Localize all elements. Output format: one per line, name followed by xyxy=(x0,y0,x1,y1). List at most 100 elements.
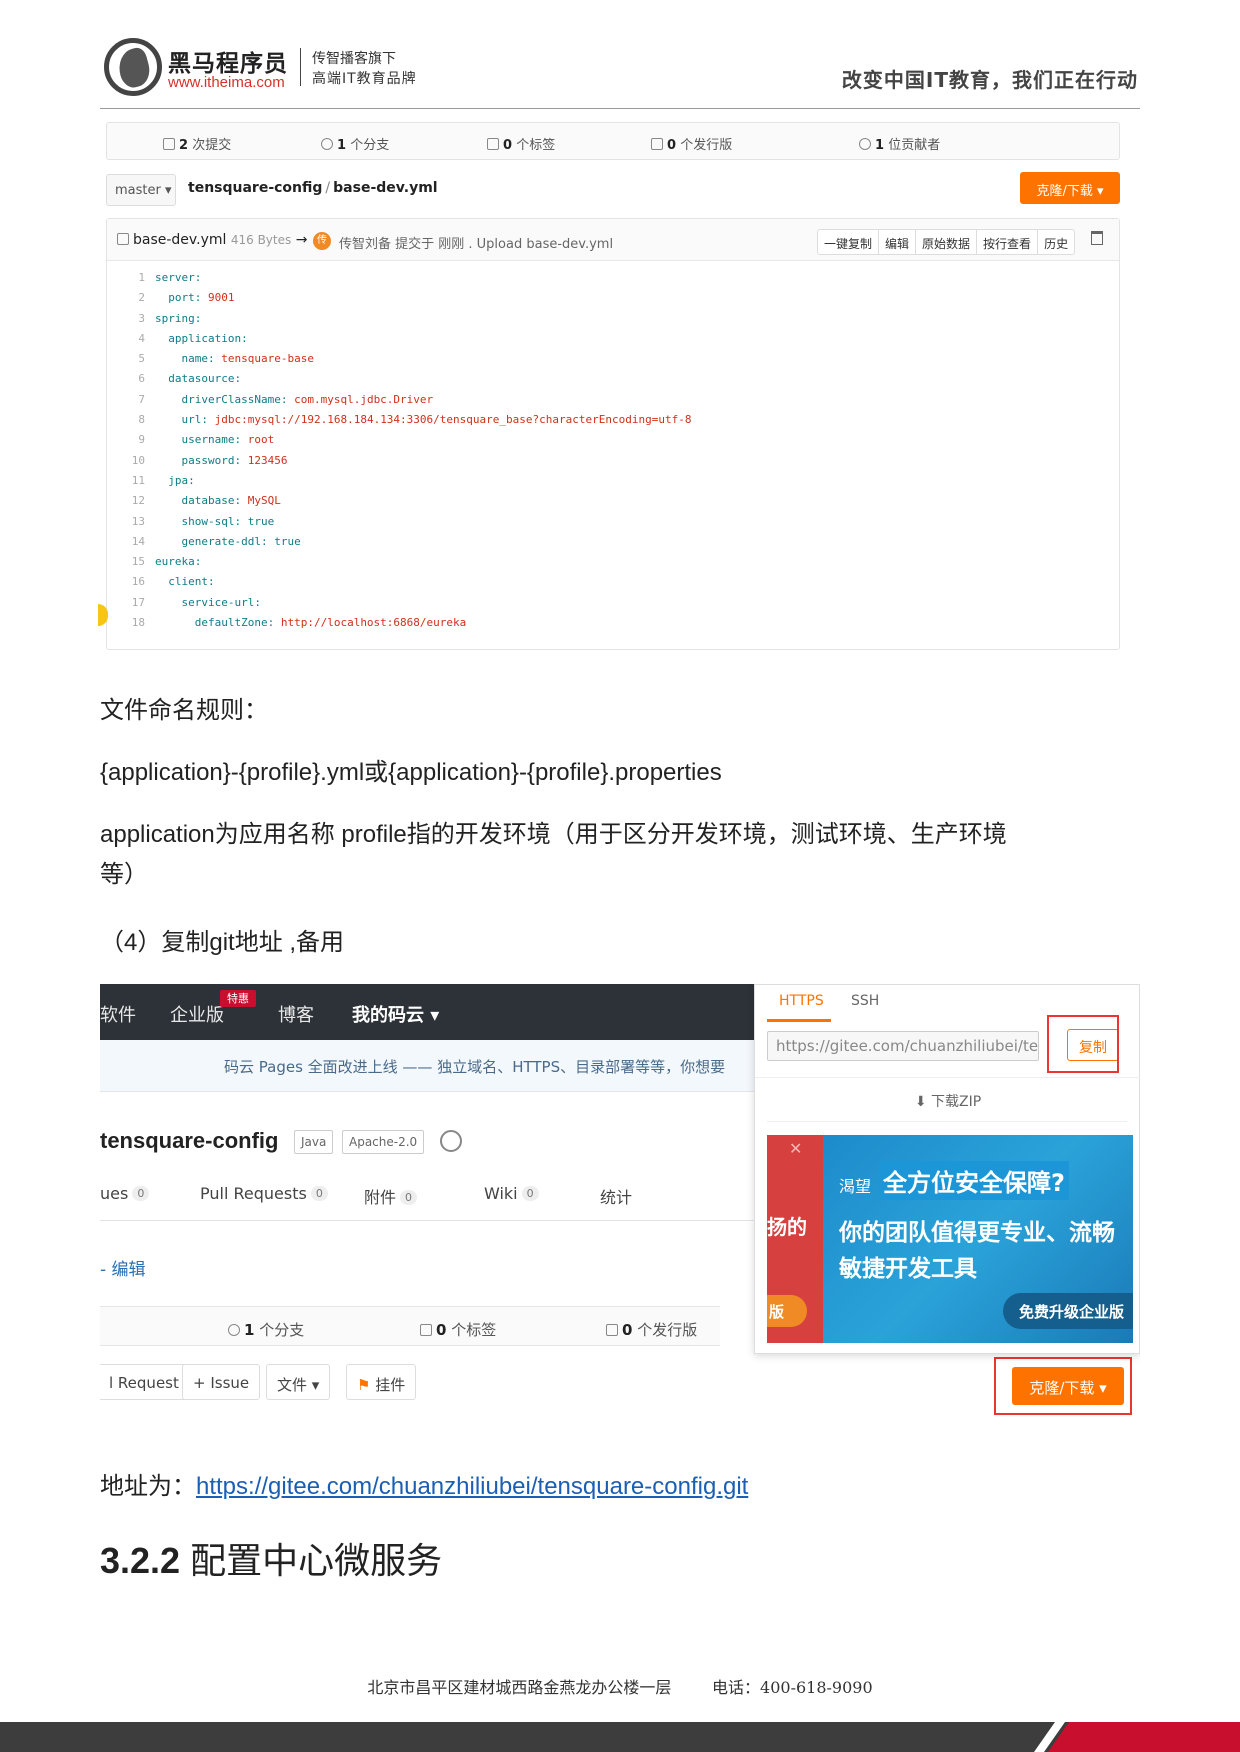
stat-tags-2[interactable]: 0 个标签 xyxy=(420,1319,496,1340)
nav-my-gitee[interactable]: 我的码云 ▾ xyxy=(352,1001,439,1027)
pull-request-button[interactable]: l Request xyxy=(100,1364,190,1400)
section-number: 3.2.2 xyxy=(100,1540,181,1581)
yaml-value: tensquare-base xyxy=(221,352,314,366)
file-content-box: base-dev.yml 416 Bytes → 传 传智刘备 提交于 刚刚 .… xyxy=(106,218,1120,650)
code-line: 17 service-url: xyxy=(107,596,1119,616)
yaml-key: eureka: xyxy=(155,555,202,569)
stat-tags[interactable]: 0 个标签 xyxy=(487,134,555,153)
code-line: 15 eureka: xyxy=(107,555,1119,575)
license-tag[interactable]: Apache-2.0 xyxy=(342,1130,425,1154)
promo-kicker: 渴望 xyxy=(839,1177,872,1196)
line-number[interactable]: 4 xyxy=(107,332,145,345)
clone-download-button[interactable]: 克隆/下载 ▾ xyxy=(1020,172,1120,204)
stat-releases-2[interactable]: 0 个发行版 xyxy=(606,1319,697,1340)
avatar[interactable]: 传 xyxy=(313,232,331,250)
stat-releases[interactable]: 0 个发行版 xyxy=(651,134,732,153)
code-text: application: xyxy=(155,332,247,345)
clone-url-input[interactable]: https://gitee.com/chuanzhiliubei/tensqua… xyxy=(767,1031,1039,1061)
tab-stats[interactable]: 统计 xyxy=(600,1184,632,1208)
file-actions: 一键复制 编辑 原始数据 按行查看 历史 xyxy=(817,229,1076,255)
repo-action-row: l Request + Issue 文件 ▾ ⚑ 挂件 xyxy=(100,1364,1140,1404)
tag-icon xyxy=(420,1324,432,1336)
code-text: generate-ddl: true xyxy=(155,535,301,548)
breadcrumb-repo[interactable]: tensquare-config xyxy=(188,180,322,196)
branch-select[interactable]: master ▾ xyxy=(106,174,176,206)
tab-attachments[interactable]: 附件 0 xyxy=(364,1184,418,1208)
breadcrumb-file[interactable]: base-dev.yml xyxy=(333,180,437,196)
yaml-key: datasource: xyxy=(168,372,242,386)
new-issue-button[interactable]: + Issue xyxy=(182,1364,261,1400)
stat-commits[interactable]: 2 次提交 xyxy=(163,134,231,153)
brand-tagline-2: 高端IT教育品牌 xyxy=(312,71,417,87)
line-number[interactable]: 18 xyxy=(107,616,145,629)
stat-branches-2[interactable]: 1 个分支 xyxy=(228,1319,304,1340)
commit-info: 传智刘备 提交于 刚刚 . Upload base-dev.yml xyxy=(339,237,614,252)
repo-title[interactable]: tensquare-config xyxy=(100,1128,278,1154)
line-number[interactable]: 1 xyxy=(107,271,145,284)
code-line: 2 port: 9001 xyxy=(107,291,1119,311)
stat-branches[interactable]: 1 个分支 xyxy=(321,134,389,153)
line-number[interactable]: 16 xyxy=(107,575,145,588)
code-line: 7 driverClassName: com.mysql.jdbc.Driver xyxy=(107,393,1119,413)
code-line: 13 show-sql: true xyxy=(107,515,1119,535)
blame-button[interactable]: 按行查看 xyxy=(977,230,1039,254)
repo-stats-bar-2: 1 个分支 0 个标签 0 个发行版 xyxy=(100,1306,720,1346)
nav-blog[interactable]: 博客 xyxy=(278,1001,314,1027)
tab-ssh[interactable]: SSH xyxy=(851,993,879,1009)
line-number[interactable]: 13 xyxy=(107,515,145,528)
download-zip-link[interactable]: ⬇ 下载ZIP xyxy=(755,1091,1140,1111)
yaml-key: database: xyxy=(181,494,248,508)
line-number[interactable]: 7 xyxy=(107,393,145,406)
nav-software[interactable]: 软件 xyxy=(100,1001,136,1027)
edit-button[interactable]: 编辑 xyxy=(879,230,917,254)
trash-icon[interactable] xyxy=(1091,231,1103,245)
section-title: 配置中心微服务 xyxy=(180,1540,443,1581)
line-number[interactable]: 15 xyxy=(107,555,145,568)
brand-url: www.itheima.com xyxy=(168,74,285,91)
line-number[interactable]: 10 xyxy=(107,454,145,467)
history-button[interactable]: 历史 xyxy=(1038,230,1074,254)
tab-issues[interactable]: ues 0 xyxy=(100,1184,150,1203)
gitee-file-screenshot: 2 次提交 1 个分支 0 个标签 0 个发行版 1 位贡献者 master ▾… xyxy=(98,122,1122,650)
promo-side-button[interactable]: 版 xyxy=(767,1295,807,1327)
line-number[interactable]: 8 xyxy=(107,413,145,426)
line-number[interactable]: 2 xyxy=(107,291,145,304)
notice-text[interactable]: 码云 Pages 全面改进上线 —— 独立域名、HTTPS、目录部署等等，你想要 xyxy=(224,1056,725,1077)
code-text: service-url: xyxy=(155,596,261,609)
logo-icon xyxy=(104,38,162,96)
line-number[interactable]: 17 xyxy=(107,596,145,609)
nav-enterprise[interactable]: 企业版 xyxy=(170,1001,224,1027)
yaml-key: client: xyxy=(168,575,215,589)
git-url-link[interactable]: https://gitee.com/chuanzhiliubei/tensqua… xyxy=(196,1473,748,1500)
promo-banner[interactable]: ✕ 扬的 版 渴望 全方位安全保障? 你的团队值得更专业、流畅 敏捷开发工具 免… xyxy=(767,1135,1133,1343)
yaml-key: port: xyxy=(168,291,208,305)
yaml-key: jpa: xyxy=(168,473,195,487)
file-menu-button[interactable]: 文件 ▾ xyxy=(266,1364,331,1400)
line-number[interactable]: 11 xyxy=(107,474,145,487)
line-number[interactable]: 14 xyxy=(107,535,145,548)
line-number[interactable]: 3 xyxy=(107,312,145,325)
line-number[interactable]: 6 xyxy=(107,372,145,385)
yaml-value: MySQL xyxy=(247,494,281,508)
promo-cta-button[interactable]: 免费升级企业版 xyxy=(1003,1293,1133,1329)
footer-phone: 电话：400-618-9090 xyxy=(712,1678,873,1697)
tab-https[interactable]: HTTPS xyxy=(779,993,824,1009)
line-number[interactable]: 5 xyxy=(107,352,145,365)
edit-link[interactable]: - 编辑 xyxy=(100,1255,146,1280)
line-number[interactable]: 9 xyxy=(107,433,145,446)
tab-pull-requests[interactable]: Pull Requests 0 xyxy=(200,1184,328,1203)
line-number[interactable]: 12 xyxy=(107,494,145,507)
tab-wiki[interactable]: Wiki 0 xyxy=(484,1184,539,1203)
stat-contributors[interactable]: 1 位贡献者 xyxy=(859,134,940,153)
raw-button[interactable]: 原始数据 xyxy=(916,230,978,254)
release-icon xyxy=(606,1324,618,1336)
bookmark-icon: ⚑ xyxy=(357,1376,371,1394)
branch-icon xyxy=(321,138,333,150)
yaml-key: spring: xyxy=(155,311,202,325)
widget-button[interactable]: ⚑ 挂件 xyxy=(346,1364,417,1400)
copy-all-button[interactable]: 一键复制 xyxy=(818,230,880,254)
yaml-key: driverClassName: xyxy=(181,392,295,406)
language-tag[interactable]: Java xyxy=(294,1130,334,1154)
branch-icon xyxy=(228,1324,240,1336)
close-icon[interactable]: ✕ xyxy=(789,1139,802,1158)
